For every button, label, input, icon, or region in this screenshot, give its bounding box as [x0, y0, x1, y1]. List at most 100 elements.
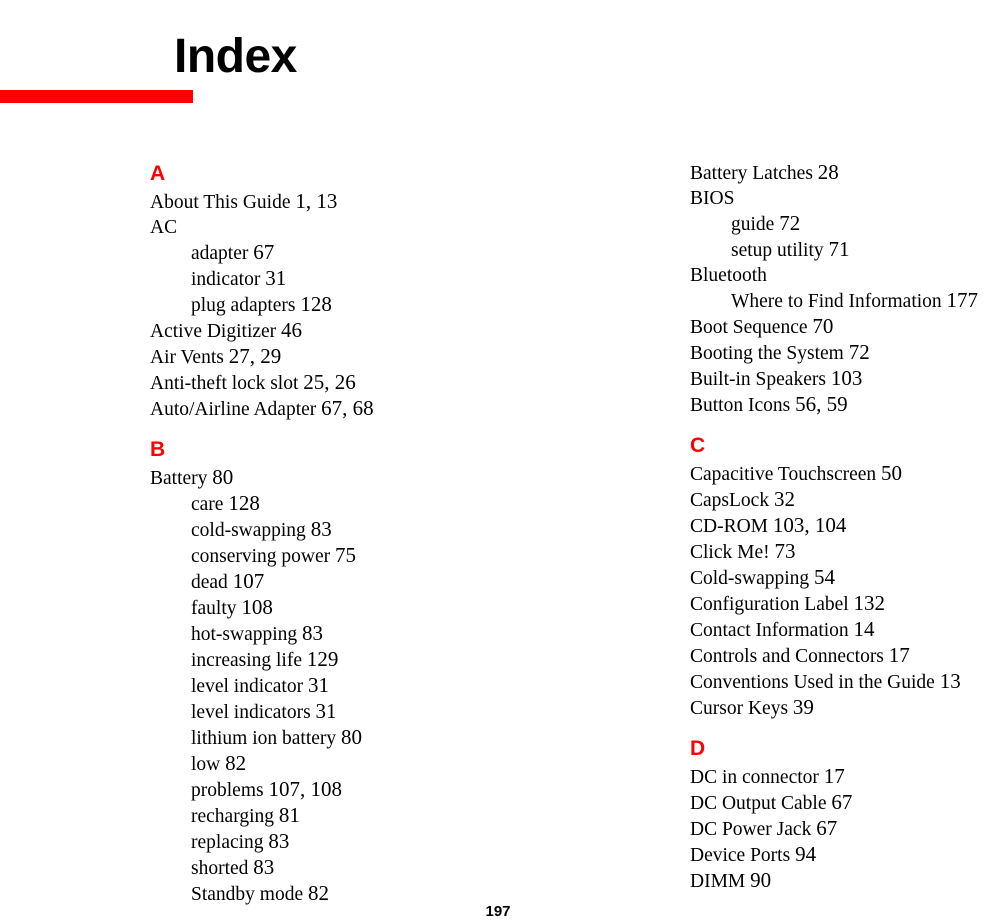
index-entry-page-numbers[interactable]: 67, 68 [321, 396, 374, 420]
index-entry-page-numbers[interactable]: 25, 26 [303, 370, 356, 394]
index-entry-page-numbers[interactable]: 70 [812, 314, 833, 338]
index-entry[interactable]: Contact Information 14 [690, 617, 996, 643]
index-subentry[interactable]: conserving power 75 [150, 543, 620, 569]
index-entry[interactable]: AC [150, 215, 620, 240]
index-entry[interactable]: Click Me! 73 [690, 539, 996, 565]
index-entry-page-numbers[interactable]: 67 [816, 816, 837, 840]
index-entry-page-numbers[interactable]: 67 [831, 790, 852, 814]
index-entry[interactable]: Active Digitizer 46 [150, 318, 620, 344]
index-entry-page-numbers[interactable]: 83 [302, 621, 323, 645]
index-entry-page-numbers[interactable]: 32 [774, 487, 795, 511]
index-entry[interactable]: Controls and Connectors 17 [690, 643, 996, 669]
index-entry-page-numbers[interactable]: 71 [829, 237, 850, 261]
index-entry[interactable]: Built-in Speakers 103 [690, 366, 996, 392]
index-subentry[interactable]: level indicators 31 [150, 699, 620, 725]
index-entry-page-numbers[interactable]: 75 [335, 543, 356, 567]
index-entry-page-numbers[interactable]: 17 [824, 764, 845, 788]
index-entry-page-numbers[interactable]: 39 [793, 695, 814, 719]
index-subentry[interactable]: shorted 83 [150, 855, 620, 881]
index-subentry[interactable]: guide 72 [690, 211, 996, 237]
index-entry-page-numbers[interactable]: 72 [849, 340, 870, 364]
index-entry-page-numbers[interactable]: 31 [308, 673, 329, 697]
index-entry-page-numbers[interactable]: 129 [307, 647, 339, 671]
index-entry-page-numbers[interactable]: 132 [854, 591, 886, 615]
index-subentry[interactable]: dead 107 [150, 569, 620, 595]
index-entry-page-numbers[interactable]: 31 [265, 266, 286, 290]
index-entry-page-numbers[interactable]: 83 [268, 829, 289, 853]
index-entry[interactable]: DC Output Cable 67 [690, 790, 996, 816]
index-entry-page-numbers[interactable]: 17 [889, 643, 910, 667]
index-subentry[interactable]: Where to Find Information 177 [690, 288, 996, 314]
index-entry-page-numbers[interactable]: 128 [228, 491, 260, 515]
index-entry[interactable]: Boot Sequence 70 [690, 314, 996, 340]
index-entry-page-numbers[interactable]: 14 [854, 617, 875, 641]
index-subentry[interactable]: recharging 81 [150, 803, 620, 829]
index-entry[interactable]: Auto/Airline Adapter 67, 68 [150, 396, 620, 422]
index-entry[interactable]: Cold-swapping 54 [690, 565, 996, 591]
index-entry-page-numbers[interactable]: 107 [233, 569, 265, 593]
index-entry[interactable]: Bluetooth [690, 263, 996, 288]
index-entry[interactable]: Capacitive Touchscreen 50 [690, 461, 996, 487]
index-entry-page-numbers[interactable]: 80 [212, 465, 233, 489]
index-entry[interactable]: About This Guide 1, 13 [150, 189, 620, 215]
index-entry-page-numbers[interactable]: 28 [818, 160, 839, 184]
index-entry-page-numbers[interactable]: 81 [279, 803, 300, 827]
index-subentry[interactable]: faulty 108 [150, 595, 620, 621]
index-subentry[interactable]: care 128 [150, 491, 620, 517]
index-entry-page-numbers[interactable]: 72 [779, 211, 800, 235]
index-entry-page-numbers[interactable]: 54 [814, 565, 835, 589]
index-entry[interactable]: Configuration Label 132 [690, 591, 996, 617]
index-entry-page-numbers[interactable]: 83 [311, 517, 332, 541]
index-entry-page-numbers[interactable]: 83 [253, 855, 274, 879]
index-entry-page-numbers[interactable]: 73 [774, 539, 795, 563]
index-subentry[interactable]: plug adapters 128 [150, 292, 620, 318]
index-subentry[interactable]: problems 107, 108 [150, 777, 620, 803]
index-entry-page-numbers[interactable]: 103 [831, 366, 863, 390]
index-entry-term: cold-swapping [191, 520, 306, 541]
index-entry-term: Auto/Airline Adapter [150, 399, 317, 420]
index-entry-page-numbers[interactable]: 94 [795, 842, 816, 866]
index-entry[interactable]: Booting the System 72 [690, 340, 996, 366]
index-entry[interactable]: Cursor Keys 39 [690, 695, 996, 721]
index-entry-page-numbers[interactable]: 67 [253, 240, 274, 264]
index-entry-page-numbers[interactable]: 50 [881, 461, 902, 485]
index-entry-page-numbers[interactable]: 108 [241, 595, 273, 619]
index-entry-page-numbers[interactable]: 103, 104 [773, 513, 847, 537]
index-entry-page-numbers[interactable]: 107, 108 [268, 777, 342, 801]
index-entry-page-numbers[interactable]: 1, 13 [295, 189, 337, 213]
index-entry[interactable]: Anti-theft lock slot 25, 26 [150, 370, 620, 396]
index-subentry[interactable]: hot-swapping 83 [150, 621, 620, 647]
index-entry[interactable]: Battery Latches 28 [690, 160, 996, 186]
index-subentry[interactable]: level indicator 31 [150, 673, 620, 699]
index-subentry[interactable]: setup utility 71 [690, 237, 996, 263]
index-entry-page-numbers[interactable]: 128 [300, 292, 332, 316]
index-subentry[interactable]: replacing 83 [150, 829, 620, 855]
index-entry-page-numbers[interactable]: 82 [225, 751, 246, 775]
index-entry[interactable]: Battery 80 [150, 465, 620, 491]
index-entry[interactable]: DC Power Jack 67 [690, 816, 996, 842]
index-entry[interactable]: DC in connector 17 [690, 764, 996, 790]
index-entry-page-numbers[interactable]: 80 [341, 725, 362, 749]
index-entry-page-numbers[interactable]: 82 [308, 881, 329, 905]
index-entry[interactable]: DIMM 90 [690, 868, 996, 894]
index-entry[interactable]: BIOS [690, 186, 996, 211]
index-subentry[interactable]: lithium ion battery 80 [150, 725, 620, 751]
index-subentry[interactable]: indicator 31 [150, 266, 620, 292]
index-subentry[interactable]: low 82 [150, 751, 620, 777]
index-entry-page-numbers[interactable]: 177 [947, 288, 979, 312]
index-entry[interactable]: Device Ports 94 [690, 842, 996, 868]
index-entry[interactable]: Air Vents 27, 29 [150, 344, 620, 370]
index-subentry[interactable]: adapter 67 [150, 240, 620, 266]
index-entry-page-numbers[interactable]: 13 [940, 669, 961, 693]
index-entry-page-numbers[interactable]: 90 [750, 868, 771, 892]
index-entry-page-numbers[interactable]: 31 [316, 699, 337, 723]
index-entry-page-numbers[interactable]: 56, 59 [795, 392, 848, 416]
index-entry-page-numbers[interactable]: 46 [281, 318, 302, 342]
index-entry[interactable]: Button Icons 56, 59 [690, 392, 996, 418]
index-subentry[interactable]: increasing life 129 [150, 647, 620, 673]
index-entry-page-numbers[interactable]: 27, 29 [229, 344, 282, 368]
index-entry[interactable]: CapsLock 32 [690, 487, 996, 513]
index-entry[interactable]: Conventions Used in the Guide 13 [690, 669, 996, 695]
index-entry[interactable]: CD-ROM 103, 104 [690, 513, 996, 539]
index-subentry[interactable]: cold-swapping 83 [150, 517, 620, 543]
